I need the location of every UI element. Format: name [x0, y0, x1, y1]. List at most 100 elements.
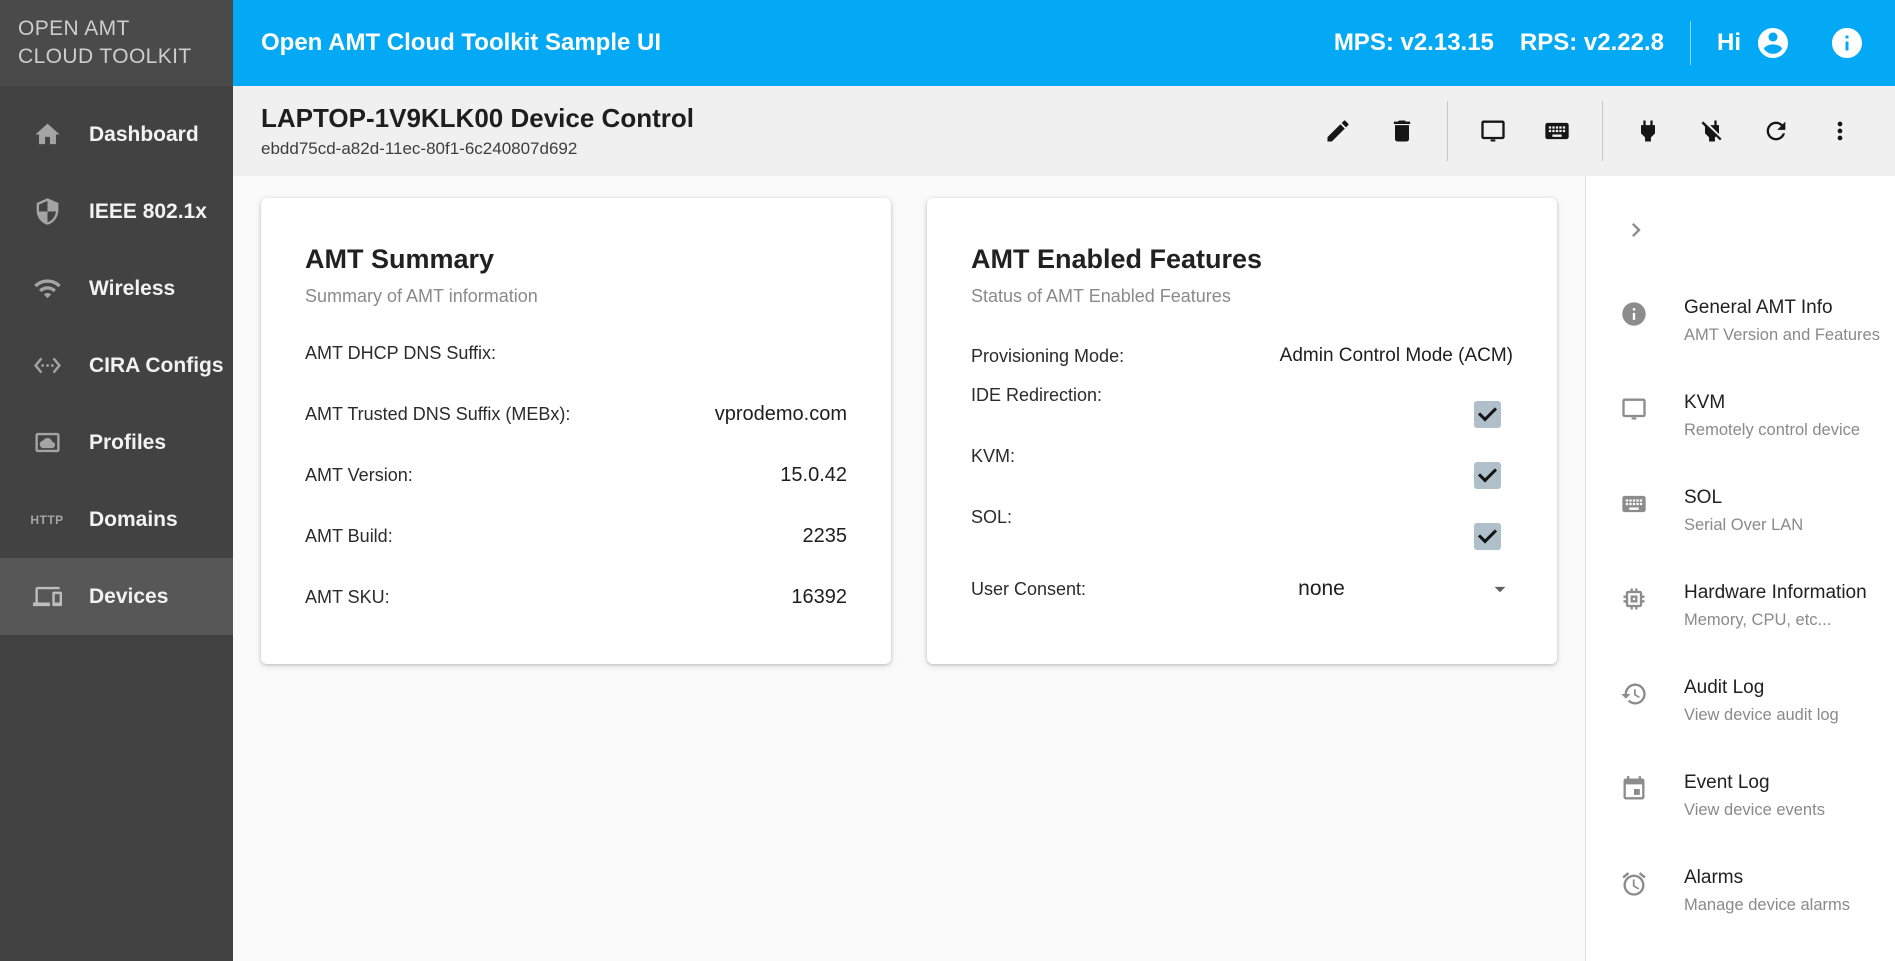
panel-item-text: General AMT Info AMT Version and Feature… [1684, 297, 1880, 345]
sidebar-item-wireless[interactable]: Wireless [0, 250, 233, 327]
profiles-icon [32, 428, 62, 458]
main-column: Open AMT Cloud Toolkit Sample UI MPS: v2… [233, 0, 1895, 961]
monitor-icon [1620, 395, 1648, 423]
panel-item-subtitle: Manage device alarms [1684, 896, 1850, 915]
ide-redirection-checkbox[interactable] [1474, 401, 1501, 428]
info-icon[interactable] [1829, 25, 1865, 61]
panel-item-subtitle: View device audit log [1684, 706, 1839, 725]
row-label: User Consent: [971, 579, 1156, 600]
user-consent-value[interactable]: none [1156, 577, 1487, 601]
panel-item-subtitle: Remotely control device [1684, 421, 1860, 440]
summary-row-amt-sku: AMT SKU: 16392 [305, 584, 847, 612]
panel-item-event-log[interactable]: Event Log View device events [1620, 772, 1895, 820]
memory-icon [1620, 585, 1648, 613]
left-sidebar: OPEN AMT CLOUD TOOLKIT Dashboard IEEE 80… [0, 0, 233, 961]
power-off-button[interactable] [1687, 106, 1737, 156]
delete-icon [1388, 117, 1416, 145]
account-icon[interactable] [1755, 25, 1791, 61]
panel-item-audit-log[interactable]: Audit Log View device audit log [1620, 677, 1895, 725]
sol-checkbox[interactable] [1474, 523, 1501, 550]
alarm-icon [1620, 870, 1648, 898]
device-header-text: LAPTOP-1V9KLK00 Device Control ebdd75cd-… [261, 103, 1299, 159]
collapse-panel-button[interactable] [1622, 231, 1650, 248]
panel-item-hardware-information[interactable]: Hardware Information Memory, CPU, etc... [1620, 582, 1895, 630]
chevron-down-icon[interactable] [1487, 576, 1513, 602]
app-title: Open AMT Cloud Toolkit Sample UI [261, 29, 1334, 57]
sidebar-item-profiles[interactable]: Profiles [0, 404, 233, 481]
sol-button[interactable] [1532, 106, 1582, 156]
device-feature-panel: General AMT Info AMT Version and Feature… [1585, 176, 1895, 961]
shield-icon [32, 197, 62, 227]
cards-container: AMT Summary Summary of AMT information A… [233, 176, 1585, 961]
summary-row-dhcp-dns-suffix: AMT DHCP DNS Suffix: [305, 340, 847, 368]
logo-line2: CLOUD TOOLKIT [18, 43, 233, 71]
event-icon [1620, 775, 1648, 803]
row-value: 15.0.42 [780, 462, 847, 487]
edit-button[interactable] [1313, 106, 1363, 156]
row-value: vprodemo.com [715, 401, 847, 426]
sidebar-item-label: Dashboard [89, 123, 199, 147]
feature-list: General AMT Info AMT Version and Feature… [1620, 297, 1895, 915]
monitor-icon [1479, 117, 1507, 145]
power-on-icon [1634, 117, 1662, 145]
summary-row-trusted-dns-suffix: AMT Trusted DNS Suffix (MEBx): vprodemo.… [305, 401, 847, 429]
power-off-icon [1698, 117, 1726, 145]
panel-item-text: Event Log View device events [1684, 772, 1825, 820]
panel-item-text: SOL Serial Over LAN [1684, 487, 1803, 535]
row-label: AMT Trusted DNS Suffix (MEBx): [305, 401, 570, 429]
topbar-divider [1690, 21, 1691, 65]
panel-item-title: Hardware Information [1684, 582, 1867, 604]
logo-line1: OPEN AMT [18, 15, 233, 43]
row-label: AMT Build: [305, 523, 393, 551]
history-icon [1620, 680, 1648, 708]
sidebar-item-label: CIRA Configs [89, 354, 224, 378]
panel-item-title: Alarms [1684, 867, 1850, 889]
more-menu-button[interactable] [1815, 106, 1865, 156]
panel-item-alarms[interactable]: Alarms Manage device alarms [1620, 867, 1895, 915]
device-header: LAPTOP-1V9KLK00 Device Control ebdd75cd-… [233, 86, 1895, 176]
amt-enabled-features-card: AMT Enabled Features Status of AMT Enabl… [927, 198, 1557, 664]
sidebar-item-ieee8021x[interactable]: IEEE 802.1x [0, 173, 233, 250]
content-area: AMT Summary Summary of AMT information A… [233, 176, 1895, 961]
panel-item-sol[interactable]: SOL Serial Over LAN [1620, 487, 1895, 535]
panel-item-general-amt-info[interactable]: General AMT Info AMT Version and Feature… [1620, 297, 1895, 345]
panel-item-title: Event Log [1684, 772, 1825, 794]
user-consent-row: User Consent: none [971, 576, 1513, 602]
rps-version: RPS: v2.22.8 [1520, 29, 1664, 57]
delete-button[interactable] [1377, 106, 1427, 156]
provisioning-mode-value: Admin Control Mode (ACM) [1280, 345, 1513, 367]
mps-version: MPS: v2.13.15 [1334, 29, 1494, 57]
row-label: AMT SKU: [305, 584, 390, 612]
sidebar-item-label: Domains [89, 508, 178, 532]
kvm-checkbox[interactable] [1474, 462, 1501, 489]
sidebar-item-cira-configs[interactable]: CIRA Configs [0, 327, 233, 404]
row-label: Provisioning Mode: [971, 346, 1124, 367]
device-guid: ebdd75cd-a82d-11ec-80f1-6c240807d692 [261, 139, 1299, 159]
panel-item-kvm[interactable]: KVM Remotely control device [1620, 392, 1895, 440]
settings-ethernet-icon [32, 351, 62, 381]
sidebar-item-devices[interactable]: Devices [0, 558, 233, 635]
card-title: AMT Summary [305, 244, 847, 275]
top-app-bar: Open AMT Cloud Toolkit Sample UI MPS: v2… [233, 0, 1895, 86]
card-subtitle: Summary of AMT information [305, 286, 847, 307]
app-logo: OPEN AMT CLOUD TOOLKIT [0, 0, 233, 86]
keyboard-icon [1620, 490, 1648, 518]
summary-row-amt-build: AMT Build: 2235 [305, 523, 847, 551]
panel-item-subtitle: AMT Version and Features [1684, 326, 1880, 345]
sidebar-item-domains[interactable]: HTTP Domains [0, 481, 233, 558]
summary-row-amt-version: AMT Version: 15.0.42 [305, 462, 847, 490]
sidebar-item-dashboard[interactable]: Dashboard [0, 96, 233, 173]
page-title: LAPTOP-1V9KLK00 Device Control [261, 103, 1299, 134]
provisioning-mode-row: Provisioning Mode: Admin Control Mode (A… [971, 345, 1513, 367]
kvm-button[interactable] [1468, 106, 1518, 156]
panel-item-subtitle: Memory, CPU, etc... [1684, 611, 1867, 630]
device-toolbar [1299, 101, 1865, 161]
toolbar-divider [1602, 101, 1603, 161]
edit-icon [1324, 117, 1352, 145]
keyboard-icon [1543, 117, 1571, 145]
reset-button[interactable] [1751, 106, 1801, 156]
devices-icon [32, 582, 62, 612]
amt-summary-card: AMT Summary Summary of AMT information A… [261, 198, 891, 664]
power-on-button[interactable] [1623, 106, 1673, 156]
row-value: 2235 [803, 523, 848, 548]
